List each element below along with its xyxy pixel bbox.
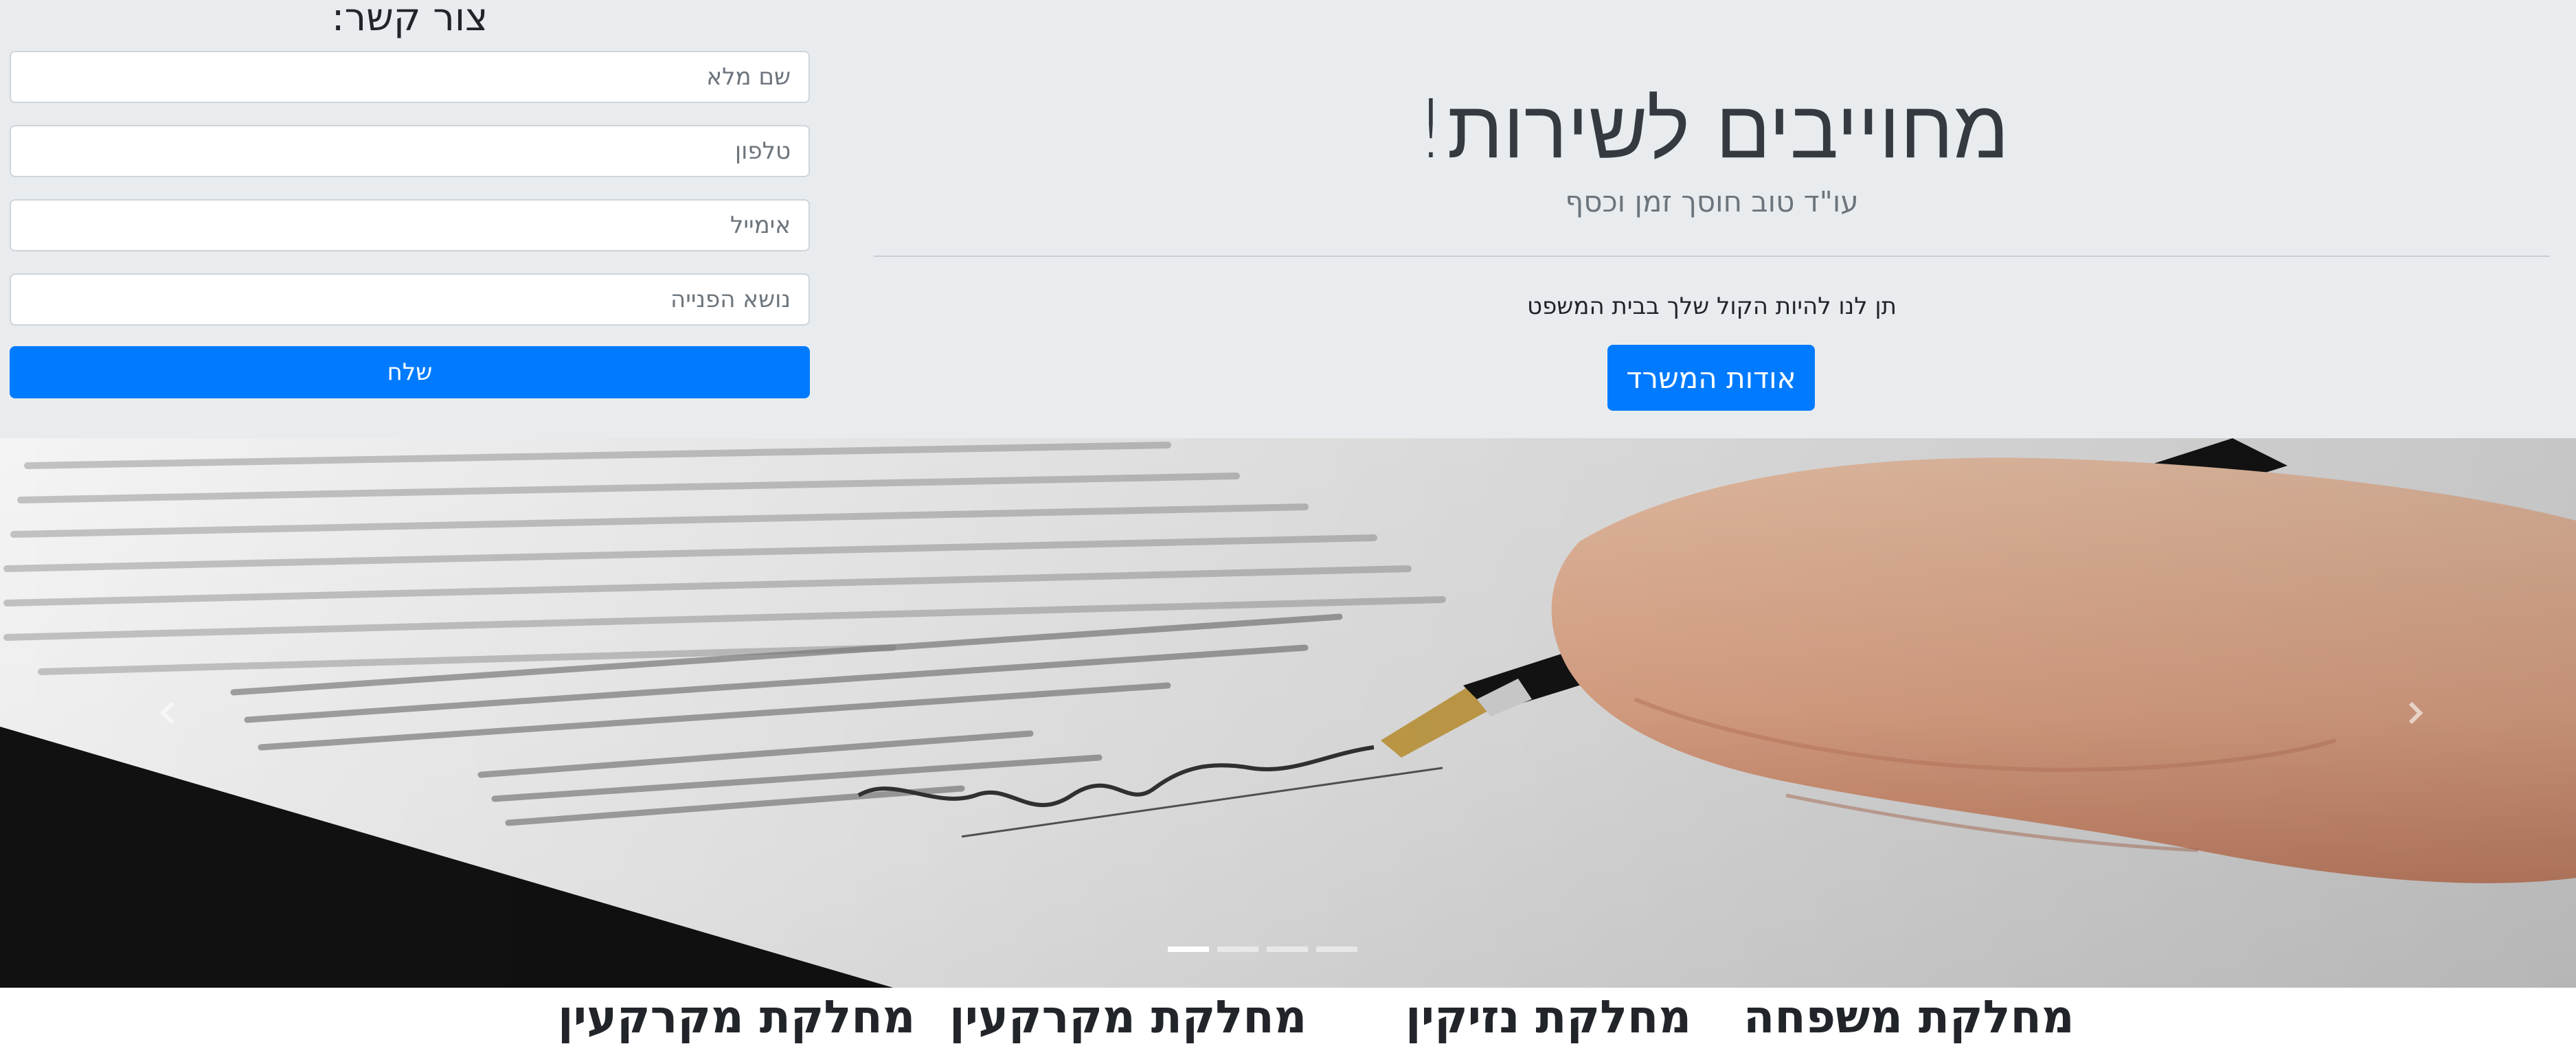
phone-input[interactable]: [10, 125, 810, 177]
carousel-indicators: [1168, 946, 1357, 952]
top-section: צור קשר: שלח מחוייבים לשירות! עו"ד טוב ח…: [0, 0, 2576, 438]
departments-row: מחלקת משפחה מחלקת נזיקין מחלקת מקרקעין מ…: [0, 988, 2576, 1055]
carousel-indicator[interactable]: [1267, 946, 1308, 952]
image-carousel: [0, 438, 2576, 988]
divider: [874, 256, 2550, 257]
jumbotron-title: מחוייבים לשירות!: [1414, 82, 2009, 177]
jumbotron: מחוייבים לשירות! עו"ד טוב חוסך זמן וכסף …: [874, 0, 2550, 438]
jumbotron-lead: עו"ד טוב חוסך זמן וכסף: [1565, 185, 1859, 218]
full-name-input[interactable]: [10, 51, 810, 103]
carousel-indicator[interactable]: [1217, 946, 1258, 952]
subject-input[interactable]: [10, 273, 810, 326]
chevron-right-icon: [2408, 701, 2424, 725]
department-real-estate-2[interactable]: מחלקת מקרקעין: [558, 988, 915, 1047]
carousel-next-button[interactable]: [2366, 665, 2463, 761]
signing-document-photo: [0, 438, 2576, 988]
carousel-indicator[interactable]: [1316, 946, 1357, 952]
department-family[interactable]: מחלקת משפחה: [1743, 988, 2075, 1047]
carousel-prev-button[interactable]: [120, 665, 216, 761]
jumbotron-text: תן לנו להיות הקול שלך בבית המשפט: [1527, 293, 1897, 320]
carousel-indicator-active[interactable]: [1168, 946, 1209, 952]
about-office-button[interactable]: אודות המשרד: [1607, 345, 1815, 411]
department-torts[interactable]: מחלקת נזיקין: [1405, 988, 1691, 1047]
contact-title: צור קשר:: [331, 0, 488, 40]
email-input[interactable]: [10, 199, 810, 251]
chevron-left-icon: [159, 701, 174, 725]
contact-form: צור קשר: שלח: [10, 0, 810, 412]
send-button[interactable]: שלח: [10, 346, 810, 398]
department-real-estate[interactable]: מחלקת מקרקעין: [949, 988, 1307, 1047]
